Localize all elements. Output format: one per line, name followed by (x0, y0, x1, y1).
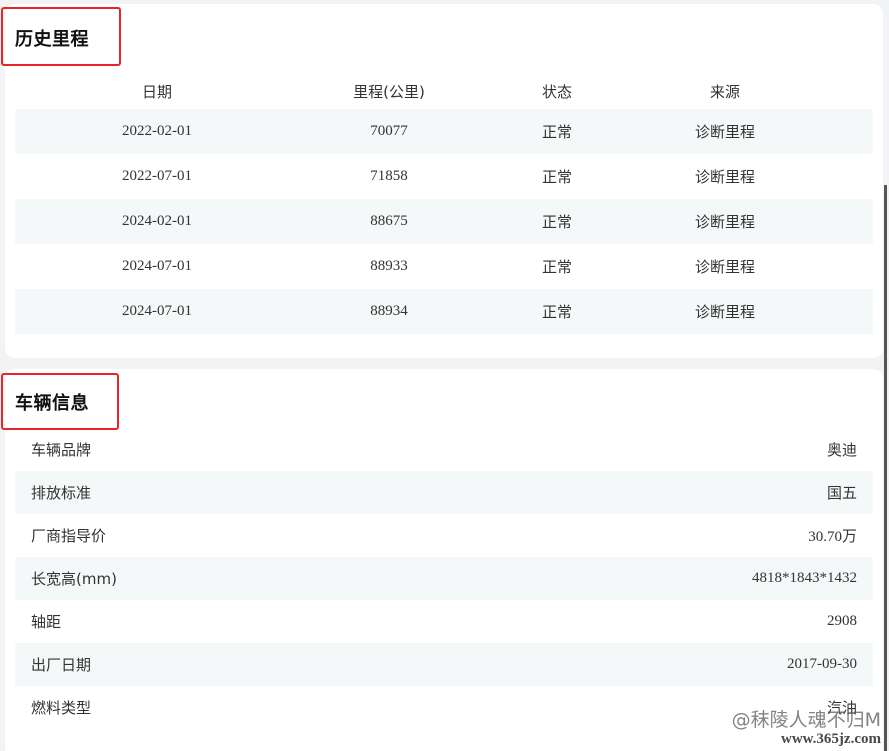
info-row-brand: 车辆品牌 奥迪 (15, 428, 873, 471)
row-status: 正常 (541, 258, 572, 276)
row-date: 2024-07-01 (122, 303, 192, 319)
info-row-wheelbase: 轴距 2908 (15, 600, 873, 643)
row-source: 诊断里程 (694, 168, 755, 186)
row-source: 诊断里程 (694, 213, 755, 231)
info-row-dimensions: 长宽高(mm) 4818*1843*1432 (15, 557, 873, 600)
table-row: 2022-07-01 71858 正常 诊断里程 (15, 154, 873, 199)
row-mileage: 70077 (370, 123, 408, 139)
row-status: 正常 (541, 168, 572, 186)
row-mileage: 88933 (370, 258, 408, 274)
info-label: 轴距 (31, 613, 62, 631)
vehicle-info-card: 车辆信息 车辆品牌 奥迪 排放标准 国五 厂商指导价 30.70万 长宽高(mm… (1, 369, 883, 751)
info-label: 排放标准 (31, 484, 92, 502)
watermark-site: www.365jz.com (781, 730, 881, 747)
info-value: 4818*1843*1432 (752, 570, 857, 586)
table-row: 2024-07-01 88934 正常 诊断里程 (15, 289, 873, 334)
table-row: 2022-02-01 70077 正常 诊断里程 (15, 109, 873, 154)
vehicle-title-highlight-box (1, 373, 119, 430)
info-label: 厂商指导价 (31, 527, 107, 545)
row-source: 诊断里程 (694, 123, 755, 141)
row-status: 正常 (541, 123, 572, 141)
column-header-status: 状态 (541, 82, 572, 101)
row-mileage: 88675 (370, 213, 408, 229)
info-label: 车辆品牌 (31, 441, 92, 459)
row-source: 诊断里程 (694, 258, 755, 276)
info-row-production-date: 出厂日期 2017-09-30 (15, 643, 873, 686)
info-label: 燃料类型 (31, 699, 92, 717)
info-label: 长宽高(mm) (31, 570, 117, 588)
column-header-source: 来源 (709, 82, 740, 101)
info-value: 2017-09-30 (787, 656, 857, 672)
info-row-emission: 排放标准 国五 (15, 471, 873, 514)
row-mileage: 71858 (370, 168, 408, 184)
watermark-author: @秣陵人魂不归M (731, 708, 881, 731)
row-date: 2024-02-01 (122, 213, 192, 229)
row-date: 2022-07-01 (122, 168, 192, 184)
mileage-title-highlight-box (1, 7, 121, 66)
mileage-history-card: 历史里程 日期 里程(公里) 状态 来源 2022-02-01 70077 正常… (1, 4, 883, 358)
table-row: 2024-07-01 88933 正常 诊断里程 (15, 244, 873, 289)
info-value: 国五 (826, 486, 857, 502)
row-date: 2024-07-01 (122, 258, 192, 274)
table-row: 2024-02-01 88675 正常 诊断里程 (15, 199, 873, 244)
row-mileage: 88934 (370, 303, 408, 319)
row-status: 正常 (541, 303, 572, 321)
row-source: 诊断里程 (694, 303, 755, 321)
watermark: @秣陵人魂不归M www.365jz.com (731, 708, 881, 747)
info-value: 30.70万 (808, 529, 857, 545)
info-label: 出厂日期 (31, 656, 92, 674)
column-header-date: 日期 (141, 82, 172, 101)
info-value: 奥迪 (826, 443, 857, 459)
scrollbar[interactable] (884, 185, 887, 751)
mileage-table-header: 日期 里程(公里) 状态 来源 (15, 76, 873, 106)
column-header-mileage: 里程(公里) (353, 82, 425, 101)
row-date: 2022-02-01 (122, 123, 192, 139)
info-value: 2908 (827, 613, 857, 629)
info-row-msrp: 厂商指导价 30.70万 (15, 514, 873, 557)
row-status: 正常 (541, 213, 572, 231)
